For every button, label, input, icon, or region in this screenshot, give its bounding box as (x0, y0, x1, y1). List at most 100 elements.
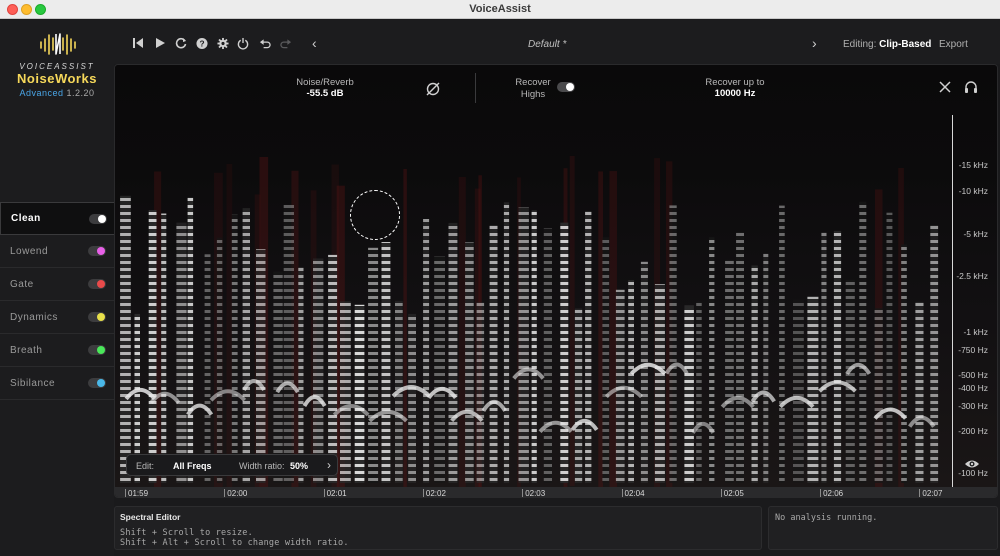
harmonic-column (448, 222, 458, 483)
noise-band (403, 169, 407, 487)
toggle-knob (97, 346, 105, 354)
loop-icon[interactable] (175, 37, 187, 49)
module-dynamics[interactable]: Dynamics (0, 301, 114, 334)
module-clean[interactable]: Clean (0, 202, 115, 235)
harmonic-column (313, 258, 324, 483)
harmonic-column (930, 225, 939, 483)
editing-label: Editing: (843, 39, 877, 50)
harmonic-column (283, 204, 294, 483)
harmonic-column (423, 219, 430, 483)
harmonic-column (204, 254, 211, 483)
freq-axis-label: -1 kHz (963, 327, 988, 337)
module-label: Dynamics (10, 311, 58, 323)
title-bar: VoiceAssist (0, 0, 1000, 19)
harmonic-column (886, 212, 893, 483)
close-icon[interactable] (938, 80, 952, 94)
headphones-icon[interactable] (964, 80, 978, 94)
harmonic-column (859, 201, 867, 484)
noise-reverb-label: Noise/Reverb (296, 77, 354, 88)
freq-axis-label: -2.5 kHz (956, 271, 988, 281)
module-lowend[interactable]: Lowend (0, 235, 114, 268)
toggle-knob (97, 313, 105, 321)
window-title: VoiceAssist (469, 3, 531, 15)
timeline-ruler[interactable]: 01:59 02:00 02:01 02:02 02:03 02:04 02:05 02:06… (115, 487, 997, 498)
brand-version-line: Advanced 1.2.20 (0, 88, 114, 98)
harmonic-column (874, 308, 883, 483)
brand-version: 1.2.20 (66, 88, 95, 98)
harmonic-column (845, 279, 855, 483)
harmonic-column (560, 222, 569, 483)
module-toggle[interactable] (89, 214, 107, 224)
preset-name[interactable]: Default * (528, 39, 566, 50)
module-toggle[interactable] (88, 246, 106, 256)
tick-mark (323, 489, 325, 497)
power-icon[interactable] (237, 37, 249, 50)
editing-mode[interactable]: Editing: Clip-Based (843, 39, 931, 50)
noise-band (458, 177, 466, 487)
settings-icon[interactable] (217, 37, 229, 49)
harmonic-column (696, 301, 702, 483)
freq-axis-label: -300 Hz (958, 401, 988, 411)
edit-freqs-select[interactable]: All Freqs (173, 461, 212, 471)
control-bar: Noise/Reverb -55.5 dB Recover Highs Reco… (115, 65, 997, 115)
spectrogram[interactable] (115, 65, 998, 487)
harmonic-column (736, 232, 744, 483)
width-ratio-value[interactable]: 50% (290, 461, 308, 471)
tick-mark (919, 489, 921, 497)
module-breath[interactable]: Breath (0, 334, 114, 367)
harmonic-column (779, 205, 785, 483)
timeline-label: 02:06 (823, 489, 844, 498)
harmonic-column (518, 207, 529, 483)
freq-axis-label: -400 Hz (958, 383, 988, 393)
harmonic-column (821, 232, 827, 483)
recover-up-to-value[interactable]: 10000 Hz (690, 88, 780, 99)
help-icon[interactable]: ? (196, 37, 208, 49)
preset-prev-button[interactable]: ‹ (312, 35, 317, 51)
spectral-view[interactable]: Noise/Reverb -55.5 dB Recover Highs Reco… (114, 64, 998, 498)
skip-back-icon[interactable] (132, 37, 144, 49)
module-toggle[interactable] (88, 279, 106, 289)
module-label: Sibilance (10, 377, 56, 389)
toggle-knob (97, 280, 105, 288)
freq-axis-label: -5 kHz (963, 229, 988, 239)
harmonic-column (242, 208, 250, 483)
preset-next-button[interactable]: › (812, 35, 817, 51)
harmonic-column (256, 249, 266, 483)
undo-icon[interactable] (259, 37, 271, 49)
brush-cursor (350, 190, 400, 240)
module-toggle[interactable] (88, 378, 106, 388)
brand-edition: Advanced (19, 88, 64, 98)
module-gate[interactable]: Gate (0, 268, 114, 301)
harmonic-column (328, 254, 338, 483)
module-toggle[interactable] (88, 312, 106, 322)
svg-text:?: ? (199, 38, 204, 48)
harmonic-column (725, 259, 734, 483)
noise-reverb-value[interactable]: -55.5 dB (290, 88, 360, 99)
noise-band (598, 171, 604, 487)
recover-highs-toggle[interactable] (557, 82, 575, 92)
timeline-label: 02:05 (723, 489, 744, 498)
harmonic-column (915, 301, 924, 483)
width-ratio-label: Width ratio: (239, 461, 285, 471)
harmonic-column (298, 267, 304, 483)
harmonic-column (216, 237, 223, 483)
harmonic-column (408, 313, 416, 483)
export-button[interactable]: Export (939, 39, 968, 50)
play-icon[interactable] (154, 37, 166, 49)
eye-icon[interactable] (964, 458, 980, 470)
toolbar: ? ‹ Default * › Editing: Clip-Based Expo… (114, 20, 1000, 64)
freq-axis-label: -15 kHz (958, 160, 988, 170)
harmonic-column (231, 214, 238, 484)
redo-icon[interactable] (280, 37, 292, 49)
harmonic-column (120, 195, 131, 484)
module-sibilance[interactable]: Sibilance (0, 367, 114, 400)
freq-axis-label: -10 kHz (958, 186, 988, 196)
bypass-icon[interactable] (425, 81, 441, 97)
harmonic-column (368, 247, 379, 483)
module-toggle[interactable] (88, 345, 106, 355)
harmonic-column (489, 225, 498, 483)
playhead[interactable] (952, 115, 953, 487)
chevron-right-icon[interactable]: › (327, 458, 331, 472)
harmonic-column (354, 304, 365, 483)
help-line-1: Shift + Scroll to resize. (120, 528, 253, 538)
